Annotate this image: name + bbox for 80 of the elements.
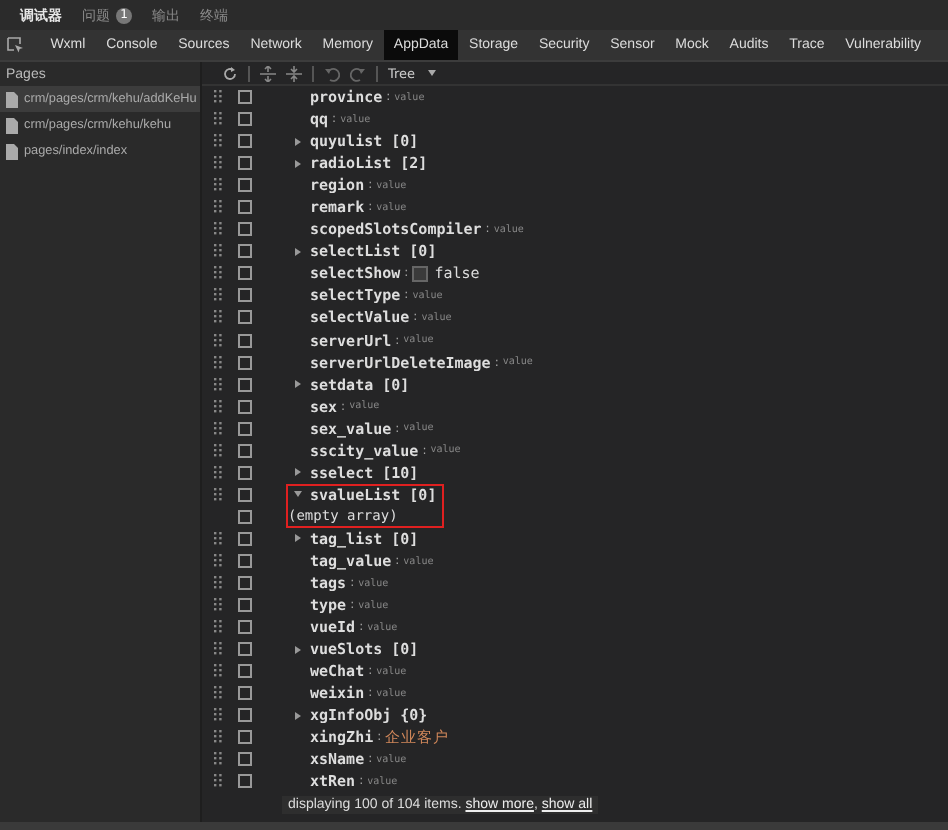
drag-handle-icon[interactable] (214, 576, 222, 591)
row-checkbox[interactable] (238, 200, 252, 215)
collapse-all-icon[interactable] (286, 65, 302, 81)
drag-handle-icon[interactable] (214, 642, 222, 657)
drag-handle-icon[interactable] (214, 664, 222, 679)
drag-handle-icon[interactable] (214, 377, 222, 392)
drag-handle-icon[interactable] (214, 288, 222, 303)
row-checkbox[interactable] (238, 598, 252, 613)
drag-handle-icon[interactable] (214, 333, 222, 348)
drag-handle-icon[interactable] (214, 465, 222, 480)
drag-handle-icon[interactable] (214, 421, 222, 436)
row-checkbox[interactable] (238, 576, 252, 591)
drag-handle-icon[interactable] (214, 222, 222, 237)
row-checkbox[interactable] (238, 90, 252, 105)
drag-handle-icon[interactable] (214, 112, 222, 127)
collapsed-triangle-icon[interactable] (294, 137, 302, 146)
row-checkbox[interactable] (238, 112, 252, 127)
redo-icon[interactable] (350, 65, 366, 81)
row-checkbox[interactable] (238, 509, 252, 524)
expanded-triangle-icon[interactable] (294, 490, 302, 499)
drag-handle-icon[interactable] (214, 310, 222, 325)
row-checkbox[interactable] (238, 399, 252, 414)
collapsed-triangle-icon[interactable] (294, 247, 302, 256)
expand-all-icon[interactable] (260, 65, 276, 81)
row-checkbox[interactable] (238, 288, 252, 303)
row-checkbox[interactable] (238, 730, 252, 745)
refresh-icon[interactable] (222, 65, 238, 81)
collapsed-triangle-icon[interactable] (294, 159, 302, 168)
row-checkbox[interactable] (238, 686, 252, 701)
drag-handle-icon[interactable] (214, 620, 222, 635)
collapsed-triangle-icon[interactable] (294, 380, 302, 389)
row-checkbox[interactable] (238, 642, 252, 657)
drag-handle-icon[interactable] (214, 752, 222, 767)
row-checkbox[interactable] (238, 244, 252, 259)
drag-handle-icon[interactable] (214, 266, 222, 281)
drag-handle-icon[interactable] (214, 156, 222, 171)
row-checkbox[interactable] (238, 333, 252, 348)
collapsed-triangle-icon[interactable] (294, 468, 302, 477)
drag-handle-icon[interactable] (214, 531, 222, 546)
drag-handle-icon[interactable] (214, 730, 222, 745)
drag-handle-icon[interactable] (214, 244, 222, 259)
row-checkbox[interactable] (238, 310, 252, 325)
row-checkbox[interactable] (238, 752, 252, 767)
row-checkbox[interactable] (238, 531, 252, 546)
row-checkbox[interactable] (238, 222, 252, 237)
drag-handle-icon[interactable] (214, 443, 222, 458)
row-checkbox[interactable] (238, 178, 252, 193)
row-checkbox[interactable] (238, 421, 252, 436)
drag-handle-icon[interactable] (214, 487, 222, 502)
row-checkbox[interactable] (238, 664, 252, 679)
collapsed-triangle-icon[interactable] (294, 711, 302, 720)
value-checkbox[interactable] (412, 265, 429, 282)
drag-handle-icon[interactable] (214, 134, 222, 149)
drag-handle-icon[interactable] (214, 686, 222, 701)
undo-icon[interactable] (324, 65, 340, 81)
drag-handle-icon[interactable] (214, 200, 222, 215)
row-checkbox[interactable] (238, 156, 252, 171)
drag-handle-icon[interactable] (214, 598, 222, 613)
drag-handle-icon[interactable] (214, 90, 222, 105)
collapsed-triangle-icon[interactable] (294, 645, 302, 654)
row-checkbox[interactable] (238, 554, 252, 568)
caret-icon (427, 70, 436, 76)
row-checkbox[interactable] (238, 620, 252, 635)
row-checkbox[interactable] (238, 266, 252, 281)
row-checkbox[interactable] (238, 355, 252, 370)
drag-handle-icon[interactable] (214, 355, 222, 370)
row-checkbox[interactable] (238, 443, 252, 458)
inspect-icon[interactable] (6, 36, 24, 54)
row-checkbox[interactable] (238, 134, 252, 149)
drag-handle-icon[interactable] (214, 554, 222, 568)
row-checkbox[interactable] (238, 377, 252, 392)
drag-handle-icon[interactable] (214, 774, 222, 789)
collapsed-triangle-icon[interactable] (294, 534, 302, 543)
drag-handle-icon[interactable] (214, 178, 222, 193)
row-checkbox[interactable] (238, 708, 252, 723)
row-checkbox[interactable] (238, 774, 252, 789)
row-checkbox[interactable] (238, 465, 252, 480)
drag-handle-icon[interactable] (214, 708, 222, 723)
drag-handle-icon[interactable] (214, 399, 222, 414)
row-checkbox[interactable] (238, 487, 252, 502)
